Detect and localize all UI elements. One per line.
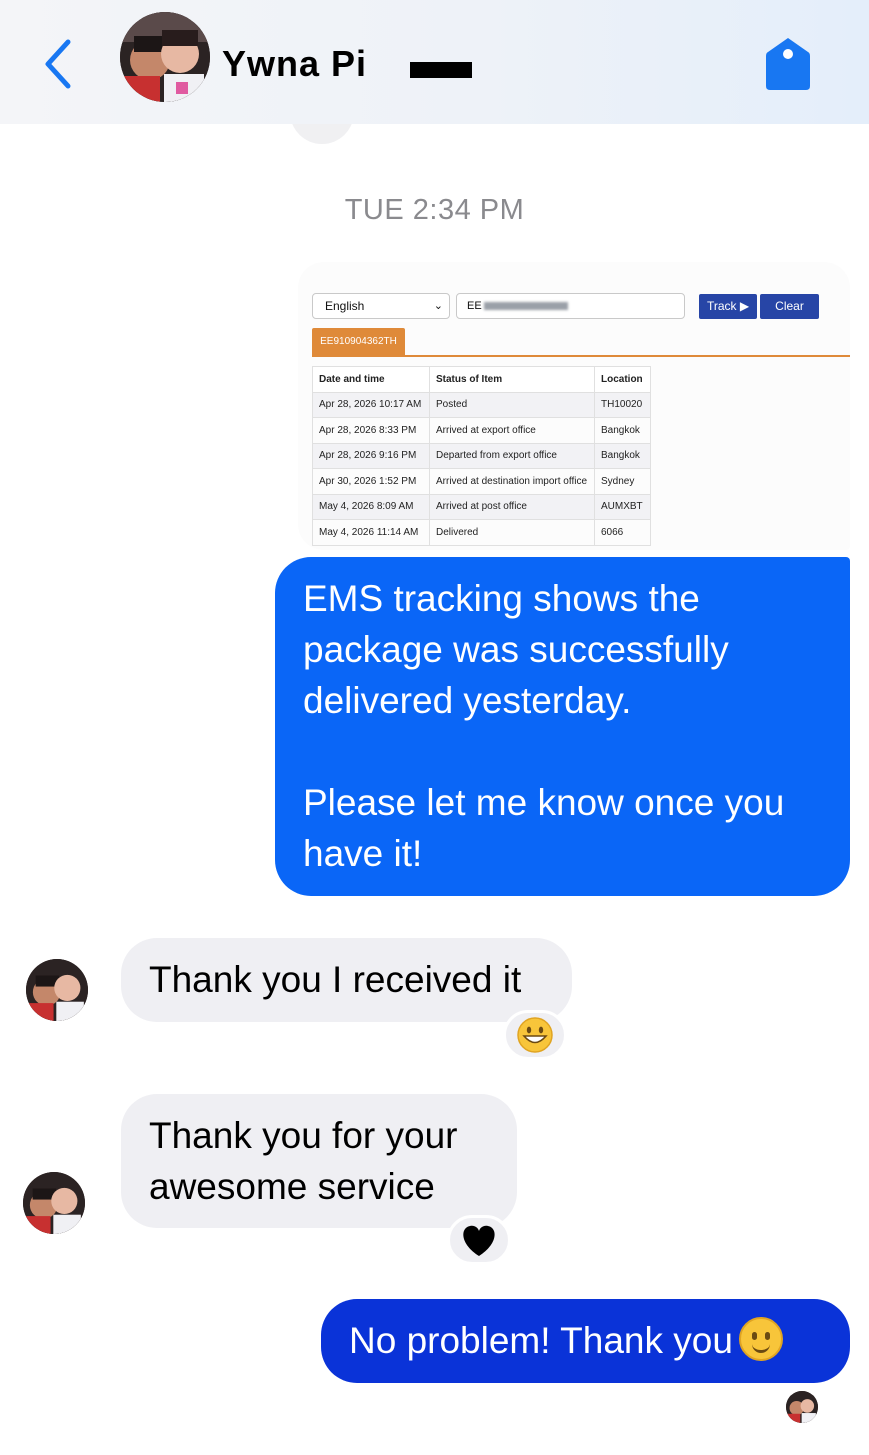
column-header: Location bbox=[594, 366, 651, 393]
contact-avatar-small[interactable] bbox=[26, 959, 88, 1021]
table-header-row: Date and time Status of Item Location bbox=[312, 366, 651, 393]
contact-name[interactable]: Ywna Pi bbox=[222, 44, 367, 84]
contact-avatar-small[interactable] bbox=[23, 1172, 85, 1234]
chat-header: Ywna Pi bbox=[0, 0, 869, 124]
incoming-message-bubble[interactable]: Thank you for your awesome service bbox=[121, 1094, 517, 1228]
incoming-message-bubble[interactable]: Thank you I received it bbox=[121, 938, 572, 1022]
chevron-left-icon bbox=[45, 39, 71, 89]
cell-date: Apr 30, 2026 1:52 PM bbox=[312, 468, 430, 495]
message-line: have it! bbox=[303, 833, 423, 874]
cell-date: Apr 28, 2026 9:16 PM bbox=[312, 442, 430, 469]
cell-location: TH10020 bbox=[594, 391, 651, 418]
message-text: Thank you I received it bbox=[149, 959, 522, 1000]
table-row: Apr 28, 2026 10:17 AM Posted TH10020 bbox=[312, 391, 651, 418]
tracking-number-tab: EE910904362TH bbox=[312, 328, 405, 356]
outgoing-message-bubble[interactable]: No problem! Thank you bbox=[321, 1299, 850, 1383]
heart-icon bbox=[463, 1225, 495, 1256]
contact-avatar[interactable] bbox=[120, 12, 210, 102]
cell-status: Arrived at destination import office bbox=[429, 468, 595, 495]
cell-location: Bangkok bbox=[594, 417, 651, 444]
table-row: Apr 28, 2026 9:16 PM Departed from expor… bbox=[312, 442, 651, 469]
avatar-photo bbox=[26, 959, 88, 1021]
cell-status: Arrived at export office bbox=[429, 417, 595, 444]
thread-timestamp: TUE 2:34 PM bbox=[344, 194, 525, 226]
cell-status: Delivered bbox=[429, 519, 595, 546]
clear-button: Clear bbox=[760, 294, 819, 319]
avatar-photo bbox=[120, 12, 210, 102]
cell-date: Apr 28, 2026 10:17 AM bbox=[312, 391, 430, 418]
table-row: Apr 28, 2026 8:33 PM Arrived at export o… bbox=[312, 417, 651, 444]
language-select: English ⌄ bbox=[312, 293, 450, 319]
message-line: EMS tracking shows the bbox=[303, 578, 700, 619]
outgoing-message-bubble[interactable]: EMS tracking shows the package was succe… bbox=[275, 557, 850, 896]
tag-icon bbox=[766, 38, 810, 90]
slightly-smiling-face-icon bbox=[738, 1317, 783, 1362]
table-row: Apr 30, 2026 1:52 PM Arrived at destinat… bbox=[312, 468, 651, 495]
message-line: awesome service bbox=[149, 1166, 435, 1207]
column-header: Date and time bbox=[312, 366, 430, 393]
cell-location: Sydney bbox=[594, 468, 651, 495]
message-reaction[interactable] bbox=[503, 1010, 567, 1060]
tracking-table: Date and time Status of Item Location Ap… bbox=[312, 366, 651, 546]
cell-status: Arrived at post office bbox=[429, 493, 595, 520]
table-row: May 4, 2026 11:14 AM Delivered 6066 bbox=[312, 519, 651, 546]
track-button: Track ▶ bbox=[699, 294, 757, 319]
chevron-down-icon: ⌄ bbox=[433, 300, 443, 312]
read-receipt-avatar bbox=[786, 1391, 818, 1423]
tag-button[interactable] bbox=[764, 36, 812, 92]
cell-date: Apr 28, 2026 8:33 PM bbox=[312, 417, 430, 444]
cell-date: May 4, 2026 8:09 AM bbox=[312, 493, 430, 520]
tab-divider bbox=[312, 355, 850, 357]
cell-location: 6066 bbox=[594, 519, 651, 546]
message-reaction[interactable] bbox=[447, 1215, 511, 1265]
message-text: No problem! Thank you bbox=[349, 1320, 733, 1361]
name-redaction bbox=[410, 62, 472, 78]
cell-location: Bangkok bbox=[594, 442, 651, 469]
grinning-face-icon bbox=[517, 1017, 553, 1053]
avatar-photo bbox=[23, 1172, 85, 1234]
tracking-number-field: EE bbox=[456, 293, 685, 319]
cell-status: Departed from export office bbox=[429, 442, 595, 469]
message-line: Please let me know once you bbox=[303, 782, 785, 823]
cell-date: May 4, 2026 11:14 AM bbox=[312, 519, 430, 546]
tracking-screenshot-attachment[interactable]: English ⌄ EE Track ▶ Clear EE910904362TH… bbox=[298, 262, 850, 550]
message-line: package was successfully bbox=[303, 629, 729, 670]
cell-status: Posted bbox=[429, 391, 595, 418]
message-line: delivered yesterday. bbox=[303, 680, 632, 721]
table-row: May 4, 2026 8:09 AM Arrived at post offi… bbox=[312, 493, 651, 520]
column-header: Status of Item bbox=[429, 366, 595, 393]
cell-location: AUMXBT bbox=[594, 493, 651, 520]
language-value: English bbox=[325, 299, 365, 313]
tracking-input-prefix: EE bbox=[467, 300, 482, 312]
avatar-photo bbox=[786, 1391, 818, 1423]
back-button[interactable] bbox=[38, 36, 78, 92]
message-line: Thank you for your bbox=[149, 1115, 458, 1156]
blurred-tracking-number bbox=[483, 302, 568, 311]
